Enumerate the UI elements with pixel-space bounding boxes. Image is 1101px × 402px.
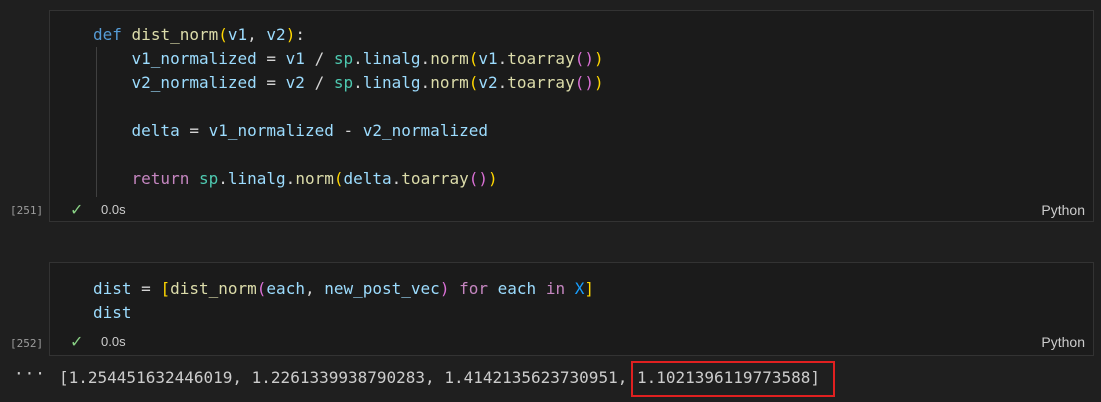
language-selector[interactable]: Python [1041,334,1085,350]
cell-status-bar: ✓ 0.0s Python [50,198,1093,222]
ellipsis-icon[interactable]: ··· [14,364,46,383]
code-line: v2_normalized = v2 / sp.linalg.norm(v2.t… [131,73,604,92]
code-line: delta = v1_normalized - v2_normalized [131,121,488,140]
execution-count: [252] [10,337,44,350]
code-line: dist [93,303,132,322]
code-cell[interactable]: dist = [dist_norm(each, new_post_vec) fo… [49,262,1094,356]
execution-time: 0.0s [101,334,126,349]
check-icon: ✓ [70,332,84,351]
code-line: v1_normalized = v1 / sp.linalg.norm(v1.t… [131,49,604,68]
code-line: dist = [dist_norm(each, new_post_vec) fo… [93,279,594,298]
code-editor[interactable]: def dist_norm(v1, v2): v1_normalized = v… [93,23,604,191]
code-cell[interactable]: def dist_norm(v1, v2): v1_normalized = v… [49,10,1094,222]
language-selector[interactable]: Python [1041,202,1085,218]
keyword-token: def [93,25,122,44]
cell-status-bar: ✓ 0.0s Python [50,330,1093,354]
code-line: return sp.linalg.norm(delta.toarray()) [131,169,498,188]
function-name-token: dist_norm [131,25,219,44]
code-editor[interactable]: dist = [dist_norm(each, new_post_vec) fo… [93,277,594,325]
code-line: def dist_norm(v1, v2): [93,25,305,44]
highlight-annotation-box [631,361,835,397]
check-icon: ✓ [70,200,84,219]
execution-time: 0.0s [101,202,126,217]
execution-count: [251] [10,204,44,217]
